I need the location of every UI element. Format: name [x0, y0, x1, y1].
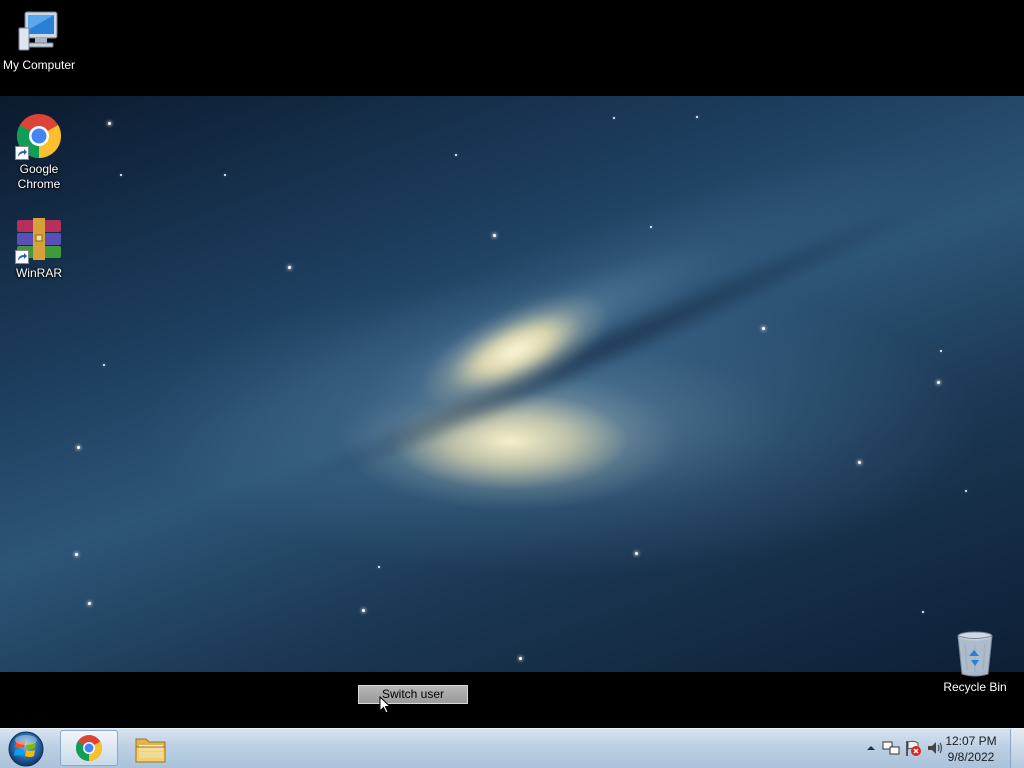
desktop-icon-label-line1: Google — [19, 162, 59, 176]
star — [762, 327, 765, 330]
star — [937, 381, 940, 384]
star — [493, 234, 496, 237]
clock-date: 9/8/2022 — [947, 750, 995, 764]
star — [965, 490, 967, 492]
star — [940, 350, 942, 352]
star — [120, 174, 122, 176]
desktop-icon-google-chrome[interactable]: Google Chrome — [0, 112, 78, 192]
desktop-icon-label: My Computer — [2, 58, 76, 72]
taskbar-clock[interactable]: 12:07 PM 9/8/2022 — [940, 733, 1002, 765]
desktop-icon-recycle-bin[interactable]: Recycle Bin — [936, 630, 1014, 695]
desktop-icon-winrar[interactable]: WinRAR — [0, 216, 78, 281]
star — [75, 553, 78, 556]
taskbar-chrome-button[interactable] — [60, 730, 118, 766]
shortcut-arrow-icon — [15, 250, 29, 264]
star — [378, 566, 380, 568]
desktop-icon-label: WinRAR — [15, 266, 62, 280]
star — [635, 552, 638, 555]
desktop-icon-label: Recycle Bin — [943, 680, 1007, 694]
clock-time: 12:07 PM — [945, 734, 997, 748]
show-desktop-button[interactable] — [1010, 729, 1024, 768]
star — [77, 446, 80, 449]
desktop-icon-label-line2: Chrome — [17, 177, 61, 191]
switch-user-button[interactable]: Switch user — [358, 685, 468, 704]
star — [858, 461, 861, 464]
winrar-icon — [15, 216, 63, 264]
chrome-icon — [15, 112, 63, 160]
folder-icon — [135, 738, 166, 763]
star — [88, 602, 91, 605]
star — [519, 657, 522, 660]
star — [108, 122, 111, 125]
windows-start-icon — [8, 731, 44, 767]
star — [103, 364, 105, 366]
star — [455, 154, 457, 156]
star — [362, 609, 365, 612]
recycle-bin-icon — [951, 630, 999, 678]
star — [288, 266, 291, 269]
wallpaper — [0, 96, 1024, 672]
chrome-icon — [75, 735, 103, 761]
star — [922, 611, 924, 613]
shortcut-arrow-icon — [15, 146, 29, 160]
show-hidden-icons-arrow[interactable] — [862, 739, 880, 757]
start-button[interactable] — [4, 729, 48, 768]
network-icon[interactable] — [882, 739, 900, 757]
star — [224, 174, 226, 176]
star — [696, 116, 698, 118]
star — [613, 117, 615, 119]
taskbar-explorer-button[interactable] — [122, 730, 180, 766]
star — [650, 226, 652, 228]
system-tray: 12:07 PM 9/8/2022 — [834, 729, 1024, 768]
action-center-flag-icon[interactable] — [904, 739, 922, 757]
mouse-cursor-icon — [379, 695, 392, 714]
computer-icon — [15, 8, 63, 56]
desktop-icon-my-computer[interactable]: My Computer — [0, 8, 78, 73]
desktop: My Computer Google Chrome WinRAR Recycle… — [0, 0, 1024, 768]
taskbar: 12:07 PM 9/8/2022 — [0, 728, 1024, 768]
